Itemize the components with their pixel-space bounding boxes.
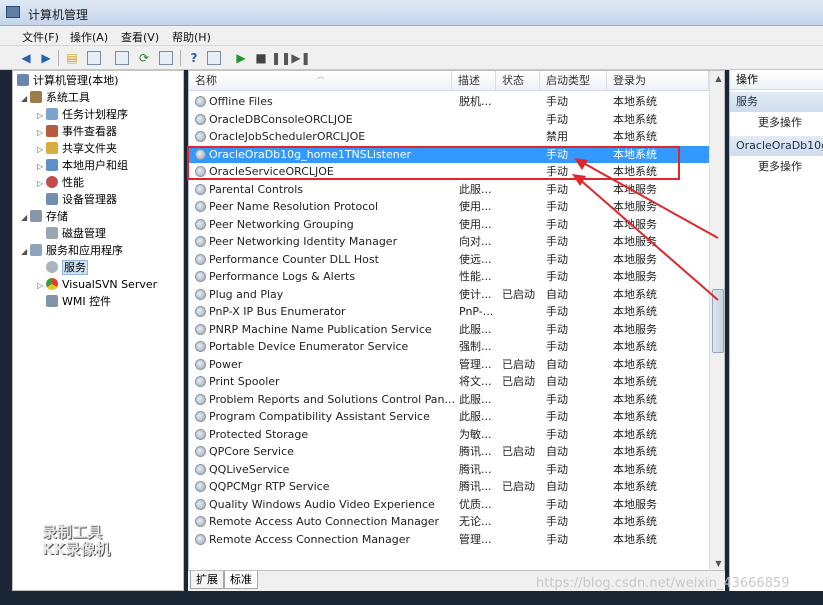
annotation-arrow [577, 159, 719, 239]
annotation-arrows [572, 158, 719, 301]
blog-watermark: https://blog.csdn.net/weixin_43666859 [536, 576, 790, 591]
annotation-arrow [577, 177, 719, 301]
recorder-watermark: 录制工具 KK录像机 [42, 523, 111, 558]
